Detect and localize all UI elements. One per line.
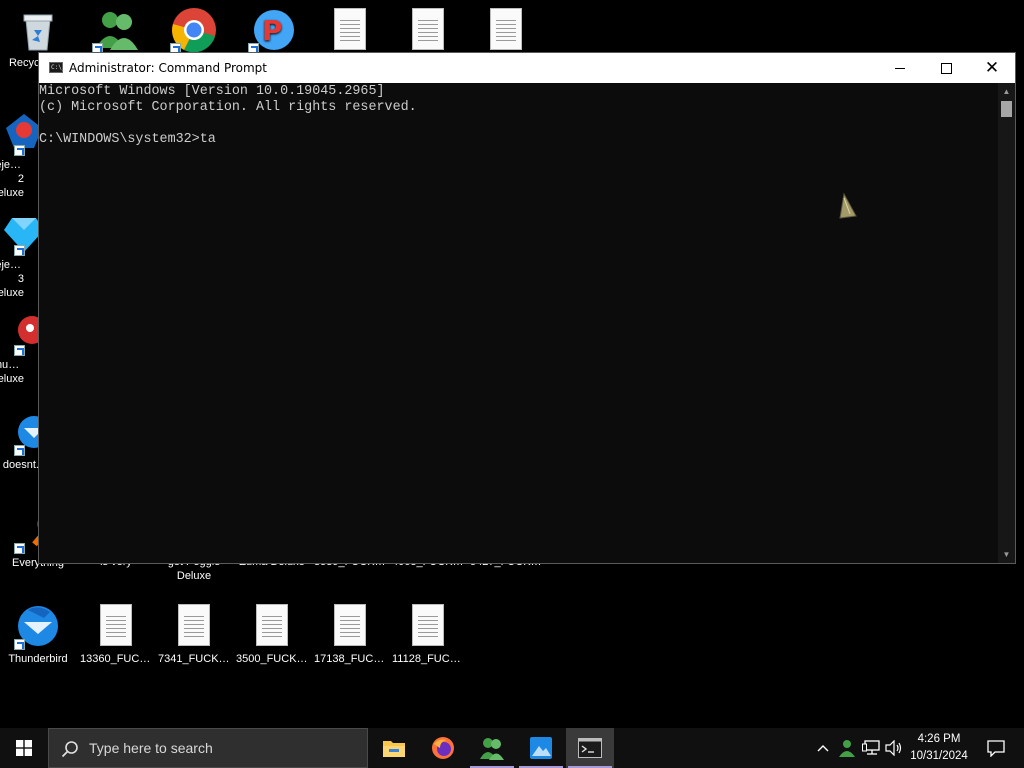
close-icon: ✕ [984, 58, 1000, 78]
desktop-icon-text-file[interactable]: 17138_FUCK... [312, 602, 388, 666]
tray-volume[interactable] [883, 728, 905, 768]
photos-app-icon [530, 737, 552, 759]
start-button[interactable] [0, 728, 48, 768]
desktop-icon-people[interactable] [78, 6, 154, 56]
people-app-icon [92, 6, 140, 54]
minimize-button[interactable] [877, 53, 923, 83]
people-app-icon [480, 738, 504, 760]
search-placeholder: Type here to search [89, 740, 213, 756]
desktop-icon-text-file[interactable] [468, 6, 544, 56]
desktop-icon-text-file[interactable]: 11128_FUCK... [390, 602, 466, 666]
taskbar-app-people[interactable] [468, 728, 516, 768]
desktop-icon-text-file[interactable] [312, 6, 388, 56]
close-button[interactable]: ✕ [969, 53, 1015, 83]
text-document-icon [170, 602, 218, 650]
command-prompt-window[interactable]: C:\_ Administrator: Command Prompt ✕ Mic… [38, 52, 1016, 564]
text-document-icon [326, 602, 374, 650]
animated-cursor-sprite-icon [838, 192, 858, 222]
desktop-icon-peggle[interactable]: P [234, 6, 310, 56]
shortcut-arrow-icon [14, 345, 25, 356]
taskbar-app-firefox[interactable] [419, 728, 467, 768]
text-document-icon [326, 6, 374, 54]
command-prompt-icon [578, 738, 602, 758]
action-center-button[interactable] [976, 728, 1016, 768]
shortcut-arrow-icon [14, 445, 25, 456]
chrome-icon [170, 6, 218, 54]
peggle-icon: P [248, 6, 296, 54]
windows-logo-icon [16, 740, 32, 756]
desktop-icon-label: 17138_FUCK... [314, 653, 388, 665]
window-title: Administrator: Command Prompt [69, 61, 267, 75]
taskbar-clock[interactable]: 4:26 PM 10/31/2024 [906, 731, 972, 765]
shortcut-arrow-icon [14, 145, 25, 156]
taskbar-app-file-explorer[interactable] [370, 728, 418, 768]
taskbar-app-photos[interactable] [517, 728, 565, 768]
desktop-icon-label: 7341_FUCK_... [158, 653, 232, 665]
text-document-icon [404, 602, 452, 650]
file-explorer-icon [383, 741, 405, 757]
scroll-up-arrow-icon[interactable]: ▲ [998, 83, 1015, 100]
taskbar: Type here to search 4:26 PM 10/31/2024 [0, 728, 1024, 768]
scrollbar-thumb[interactable] [1001, 101, 1012, 117]
command-prompt-icon: C:\_ [49, 62, 66, 73]
people-tray-icon [839, 740, 855, 757]
desktop-icon-text-file[interactable] [390, 6, 466, 56]
console-output[interactable]: Microsoft Windows [Version 10.0.19045.29… [39, 83, 998, 563]
scroll-down-arrow-icon[interactable]: ▼ [998, 546, 1015, 563]
show-hidden-icons-button[interactable] [814, 728, 832, 768]
text-document-icon [248, 602, 296, 650]
console-prompt-line: C:\WINDOWS\system32>ta [39, 132, 216, 147]
maximize-icon [940, 62, 952, 74]
console-line: Microsoft Windows [Version 10.0.19045.29… [39, 84, 385, 99]
tray-network[interactable] [860, 728, 882, 768]
tray-people-app[interactable] [836, 728, 858, 768]
search-icon [61, 741, 78, 758]
network-icon [862, 740, 880, 755]
desktop-icon-label: Thunderbird [8, 653, 68, 665]
desktop-icon-label: 13360_FUCK... [80, 653, 154, 665]
desktop-icon-label: 11128_FUCK... [392, 653, 466, 665]
desktop-icon-thunderbird[interactable]: Thunderbird [0, 602, 76, 666]
desktop-icon-chrome[interactable] [156, 6, 232, 56]
console-line: (c) Microsoft Corporation. All rights re… [39, 100, 417, 115]
text-document-icon [92, 602, 140, 650]
window-titlebar[interactable]: C:\_ Administrator: Command Prompt ✕ [39, 53, 1015, 83]
shortcut-arrow-icon [14, 639, 25, 650]
clock-date: 10/31/2024 [910, 750, 968, 762]
svg-text:P: P [262, 14, 283, 47]
speaker-icon [885, 740, 902, 756]
notification-icon [987, 739, 1005, 757]
desktop-icon-text-file[interactable]: 13360_FUCK... [78, 602, 154, 666]
desktop-icon-text-file[interactable]: 7341_FUCK_... [156, 602, 232, 666]
vertical-scrollbar[interactable]: ▲ ▼ [998, 83, 1015, 563]
shortcut-arrow-icon [14, 543, 25, 554]
text-document-icon [404, 6, 452, 54]
desktop-icon-text-file[interactable]: 3500_FUCK_... [234, 602, 310, 666]
taskbar-search-box[interactable]: Type here to search [48, 728, 368, 768]
recycle-bin-icon [14, 6, 62, 54]
minimize-icon [895, 67, 905, 69]
clock-time: 4:26 PM [917, 733, 961, 745]
desktop-icon-label: 3500_FUCK_... [236, 653, 310, 665]
shortcut-arrow-icon [14, 245, 25, 256]
chevron-up-icon [817, 745, 829, 752]
firefox-icon [432, 737, 454, 759]
text-document-icon [482, 6, 530, 54]
maximize-button[interactable] [923, 53, 969, 83]
console-line: ​ [39, 116, 998, 132]
taskbar-app-command-prompt[interactable] [566, 728, 614, 768]
thunderbird-icon [14, 602, 62, 650]
